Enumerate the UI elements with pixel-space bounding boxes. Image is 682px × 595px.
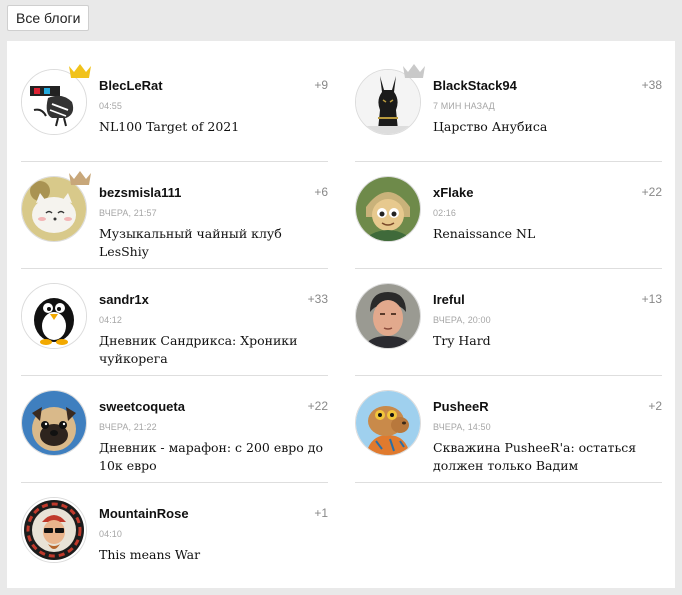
blog-title[interactable]: Renaissance NL — [433, 225, 665, 243]
crown-icon — [403, 64, 425, 78]
blog-author[interactable]: PusheeR — [433, 399, 489, 414]
blog-score: +38 — [641, 78, 662, 92]
crown-icon — [69, 171, 91, 185]
blog-title[interactable]: NL100 Target of 2021 — [99, 118, 331, 136]
blog-time: вчера, 20:00 — [433, 315, 491, 325]
blog-score: +22 — [307, 399, 328, 413]
man-photo-avatar-icon[interactable] — [355, 283, 421, 349]
blog-score: +6 — [314, 185, 328, 199]
blog-entry[interactable]: PusheeR +2 вчера, 14:50 Скважина PusheeR… — [355, 376, 662, 483]
blog-score: +2 — [648, 399, 662, 413]
blog-author[interactable]: BlecLeRat — [99, 78, 163, 93]
blog-entry[interactable]: sweetcoqueta +22 вчера, 21:22 Дневник - … — [21, 376, 328, 483]
blog-score: +13 — [641, 292, 662, 306]
blog-title[interactable]: Царство Анубиса — [433, 118, 665, 136]
blog-entry[interactable]: BlackStack94 +38 7 мин назад Царство Ану… — [355, 55, 662, 162]
blog-title[interactable]: Try Hard — [433, 332, 665, 350]
pug-avatar-icon[interactable] — [21, 390, 87, 456]
blog-time: 04:10 — [99, 529, 123, 539]
blog-score: +33 — [307, 292, 328, 306]
blog-entry[interactable]: xFlake +22 02:16 Renaissance NL — [355, 162, 662, 269]
blog-score: +9 — [314, 78, 328, 92]
blog-author[interactable]: Ireful — [433, 292, 465, 307]
blog-time: вчера, 21:57 — [99, 208, 157, 218]
blog-time: 7 мин назад — [433, 101, 495, 111]
blog-title[interactable]: Музыкальный чайный клуб LesShiy — [99, 225, 331, 261]
blog-time: 04:12 — [99, 315, 123, 325]
all-blogs-button[interactable]: Все блоги — [7, 5, 90, 31]
blog-author[interactable]: sweetcoqueta — [99, 399, 185, 414]
blog-author[interactable]: xFlake — [433, 185, 473, 200]
pro-badge-avatar-icon[interactable] — [21, 497, 87, 563]
blog-time: вчера, 21:22 — [99, 422, 157, 432]
capybara-avatar-icon[interactable] — [355, 390, 421, 456]
blog-entry[interactable]: BlecLeRat +9 04:55 NL100 Target of 2021 — [21, 55, 328, 162]
cartoon-boy-avatar-icon[interactable] — [355, 176, 421, 242]
blog-author[interactable]: bezsmisla111 — [99, 185, 181, 200]
blog-time: 04:55 — [99, 101, 123, 111]
blog-time: 02:16 — [433, 208, 457, 218]
blog-entry[interactable]: MountainRose +1 04:10 This means War — [21, 483, 328, 590]
blog-title[interactable]: Скважина PusheeR'a: остаться должен толь… — [433, 439, 665, 475]
blog-score: +22 — [641, 185, 662, 199]
penguin-avatar-icon[interactable] — [21, 283, 87, 349]
blog-score: +1 — [314, 506, 328, 520]
blog-author[interactable]: BlackStack94 — [433, 78, 517, 93]
crown-icon — [69, 64, 91, 78]
blog-list-panel: BlecLeRat +9 04:55 NL100 Target of 2021 … — [7, 41, 675, 588]
blog-title[interactable]: Дневник Сандрикса: Хроники чуйкорега — [99, 332, 331, 368]
blog-author[interactable]: sandr1x — [99, 292, 149, 307]
blog-title[interactable]: This means War — [99, 546, 331, 564]
blog-entry[interactable]: Ireful +13 вчера, 20:00 Try Hard — [355, 269, 662, 376]
blog-author[interactable]: MountainRose — [99, 506, 189, 521]
blog-title[interactable]: Дневник - марафон: с 200 евро до 10к евр… — [99, 439, 331, 475]
blog-entry[interactable]: bezsmisla111 +6 вчера, 21:57 Музыкальный… — [21, 162, 328, 269]
blog-entry[interactable]: sandr1x +33 04:12 Дневник Сандрикса: Хро… — [21, 269, 328, 376]
blog-time: вчера, 14:50 — [433, 422, 491, 432]
